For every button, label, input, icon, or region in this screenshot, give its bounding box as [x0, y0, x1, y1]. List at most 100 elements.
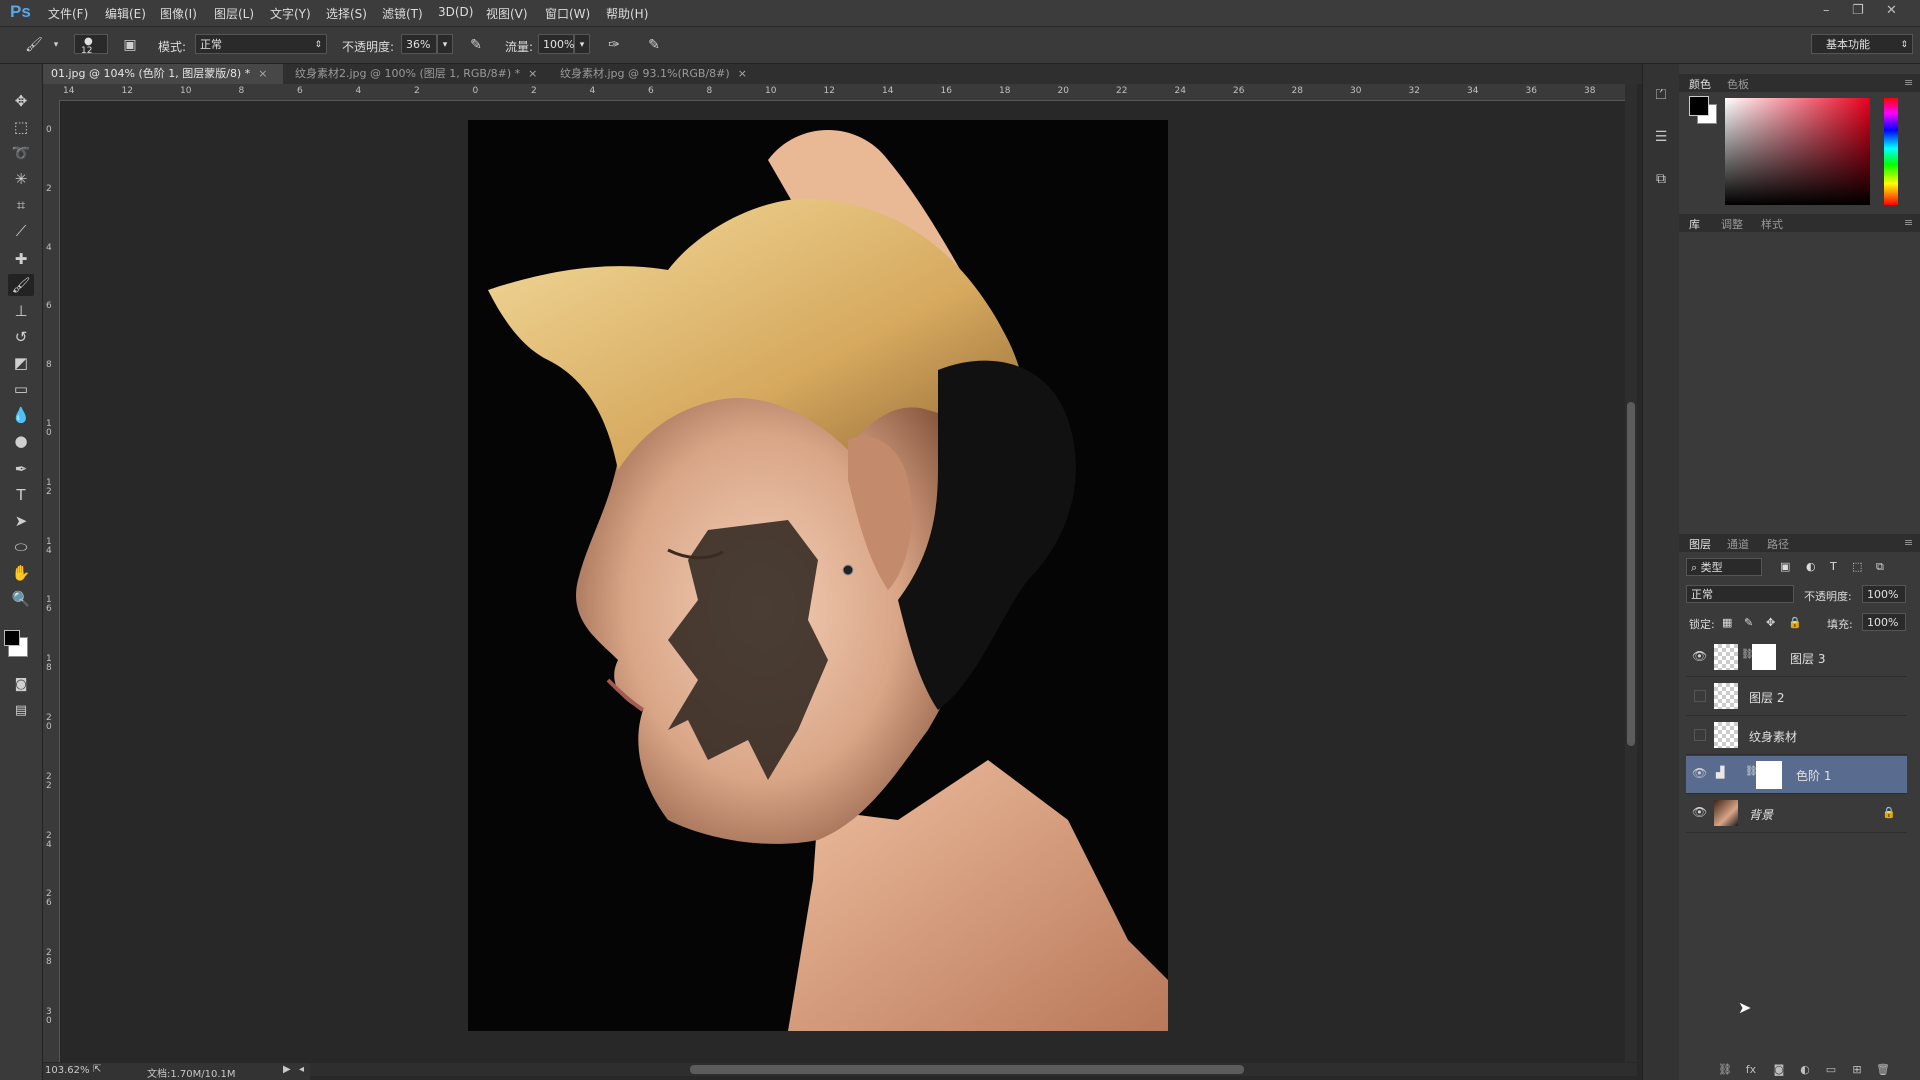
blur-tool-icon[interactable]: 💧 [8, 404, 34, 426]
tab-paths[interactable]: 路径 [1767, 536, 1789, 552]
history-panel-icon[interactable]: ⏍ [1650, 84, 1672, 106]
tab-01-jpg[interactable]: 01.jpg @ 104% (色阶 1, 图层蒙版/8) * × [43, 64, 283, 84]
eyedropper-tool-icon[interactable]: ⟋ [8, 220, 34, 242]
panel-menu-icon[interactable]: ≡ [1904, 76, 1913, 89]
horizontal-scroll-thumb[interactable] [690, 1065, 1244, 1074]
eye-icon[interactable]: 👁 [1692, 805, 1707, 819]
hue-slider[interactable] [1884, 98, 1898, 205]
opacity-dropdown-icon[interactable]: ▾ [437, 34, 453, 54]
crop-tool-icon[interactable]: ⌗ [8, 194, 34, 216]
history-brush-tool-icon[interactable]: ↺ [8, 326, 34, 348]
tab-channels[interactable]: 通道 [1727, 536, 1749, 552]
flow-dropdown-icon[interactable]: ▾ [574, 34, 590, 54]
eraser-tool-icon[interactable]: ◩ [8, 352, 34, 374]
minimize-icon[interactable]: – [1823, 3, 1830, 18]
airbrush-icon[interactable]: ✑ [604, 35, 624, 55]
vertical-scroll-thumb[interactable] [1627, 402, 1635, 746]
layer-mask-thumbnail[interactable] [1756, 761, 1782, 789]
workspace-select[interactable]: 基本功能 ⇕ [1811, 34, 1913, 54]
new-adjustment-icon[interactable]: ◐ [1796, 1063, 1814, 1077]
dodge-tool-icon[interactable]: ● [8, 430, 34, 452]
panel-menu-icon[interactable]: ≡ [1904, 536, 1913, 549]
menu-layer[interactable]: 图层(L) [214, 5, 254, 22]
close-icon[interactable]: × [738, 67, 747, 80]
new-group-icon[interactable]: ▭ [1822, 1063, 1840, 1077]
magic-wand-tool-icon[interactable]: ✳ [8, 168, 34, 190]
lock-position-icon[interactable]: ✥ [1766, 616, 1775, 629]
layer-row[interactable]: 图层 2 [1686, 678, 1907, 716]
eye-icon[interactable]: 👁 [1692, 649, 1707, 663]
lock-all-icon[interactable]: 🔒 [1788, 616, 1802, 629]
move-tool-icon[interactable]: ✥ [8, 90, 34, 112]
menu-edit[interactable]: 编辑(E) [105, 5, 146, 22]
path-selection-tool-icon[interactable]: ➤ [8, 510, 34, 532]
menu-view[interactable]: 视图(V) [486, 5, 528, 22]
opacity-input[interactable]: 36% [401, 34, 437, 54]
character-panel-icon[interactable]: ⧉ [1650, 168, 1672, 190]
screen-mode-icon[interactable]: ▤ [8, 700, 34, 722]
pen-tool-icon[interactable]: ✒ [8, 458, 34, 480]
clone-stamp-tool-icon[interactable]: ⊥ [8, 300, 34, 322]
filter-type-icon[interactable]: T [1830, 560, 1837, 573]
zoom-level[interactable]: 103.62% [45, 1065, 90, 1076]
export-icon[interactable]: ⇱ [93, 1064, 101, 1075]
tab-tattoo-material[interactable]: 纹身素材.jpg @ 93.1%(RGB/8#) × [552, 64, 762, 84]
close-icon[interactable]: × [258, 67, 267, 80]
layer-row[interactable]: 👁 ⛓ 图层 3 [1686, 639, 1907, 677]
play-arrow-icon[interactable]: ▶ [283, 1064, 291, 1075]
brush-tool-icon[interactable]: 🖌 [8, 274, 34, 296]
tab-tattoo-material-2[interactable]: 纹身素材2.jpg @ 100% (图层 1, RGB/8#) * × [287, 64, 547, 84]
ellipse-tool-icon[interactable]: ⬭ [8, 536, 34, 558]
layer-opacity-input[interactable]: 100% [1862, 585, 1906, 603]
menu-window[interactable]: 窗口(W) [545, 5, 590, 22]
filter-pixel-icon[interactable]: ▣ [1780, 560, 1790, 573]
link-layers-icon[interactable]: ⛓ [1716, 1063, 1734, 1077]
new-layer-icon[interactable]: ⊞ [1848, 1063, 1866, 1077]
mode-select[interactable]: 正常 ⇕ [195, 34, 327, 54]
filter-adjustment-icon[interactable]: ◐ [1806, 560, 1816, 573]
menu-file[interactable]: 文件(F) [48, 5, 88, 22]
menu-help[interactable]: 帮助(H) [606, 5, 648, 22]
layer-filter-select[interactable]: ⌕ 类型 [1686, 558, 1762, 576]
gradient-tool-icon[interactable]: ▭ [8, 378, 34, 400]
delete-layer-icon[interactable]: 🗑 [1874, 1063, 1892, 1077]
lasso-tool-icon[interactable]: ➰ [8, 142, 34, 164]
layer-row-selected[interactable]: 👁 ▟ ⛓ 色阶 1 [1686, 756, 1907, 794]
fx-icon[interactable]: fx [1742, 1063, 1760, 1077]
menu-type[interactable]: 文字(Y) [270, 5, 311, 22]
hand-tool-icon[interactable]: ✋ [8, 562, 34, 584]
document-image[interactable] [468, 120, 1168, 1031]
zoom-tool-icon[interactable]: 🔍 [8, 588, 34, 610]
flow-input[interactable]: 100% [538, 34, 574, 54]
menu-filter[interactable]: 滤镜(T) [382, 5, 423, 22]
lock-transparency-icon[interactable]: ▦ [1722, 616, 1732, 629]
brush-panel-toggle-icon[interactable]: ▣ [120, 35, 140, 55]
tab-layers[interactable]: 图层 [1689, 536, 1711, 552]
chevron-down-icon[interactable]: ▾ [46, 35, 66, 55]
layer-row[interactable]: 👁 背景 🔒 [1686, 795, 1907, 833]
pressure-size-icon[interactable]: ✎ [644, 35, 664, 55]
layer-mask-thumbnail[interactable] [1752, 644, 1776, 670]
brush-size-picker[interactable]: ● 12 [74, 34, 108, 56]
marquee-tool-icon[interactable]: ⬚ [8, 116, 34, 138]
healing-brush-tool-icon[interactable]: ✚ [8, 248, 34, 270]
type-tool-icon[interactable]: T [8, 484, 34, 506]
lock-image-icon[interactable]: ✎ [1744, 616, 1753, 629]
layer-row[interactable]: 纹身素材 [1686, 717, 1907, 755]
menu-3d[interactable]: 3D(D) [438, 5, 473, 19]
eye-icon[interactable]: 👁 [1692, 766, 1707, 780]
color-picker-field[interactable] [1725, 98, 1870, 205]
properties-panel-icon[interactable]: ☰ [1650, 126, 1672, 148]
tab-styles[interactable]: 样式 [1761, 216, 1783, 232]
menu-select[interactable]: 选择(S) [326, 5, 367, 22]
tab-color[interactable]: 颜色 [1689, 76, 1711, 92]
restore-icon[interactable]: ❐ [1852, 3, 1864, 18]
add-mask-icon[interactable]: ◙ [1770, 1063, 1788, 1077]
visibility-toggle[interactable] [1694, 690, 1706, 702]
filter-shape-icon[interactable]: ⬚ [1852, 560, 1862, 573]
panel-foreground-swatch[interactable] [1689, 96, 1709, 116]
scroll-left-icon[interactable]: ◂ [299, 1064, 304, 1075]
quick-mask-icon[interactable]: ◙ [8, 674, 34, 696]
tab-swatches[interactable]: 色板 [1727, 76, 1749, 92]
layer-fill-input[interactable]: 100% [1862, 613, 1906, 631]
